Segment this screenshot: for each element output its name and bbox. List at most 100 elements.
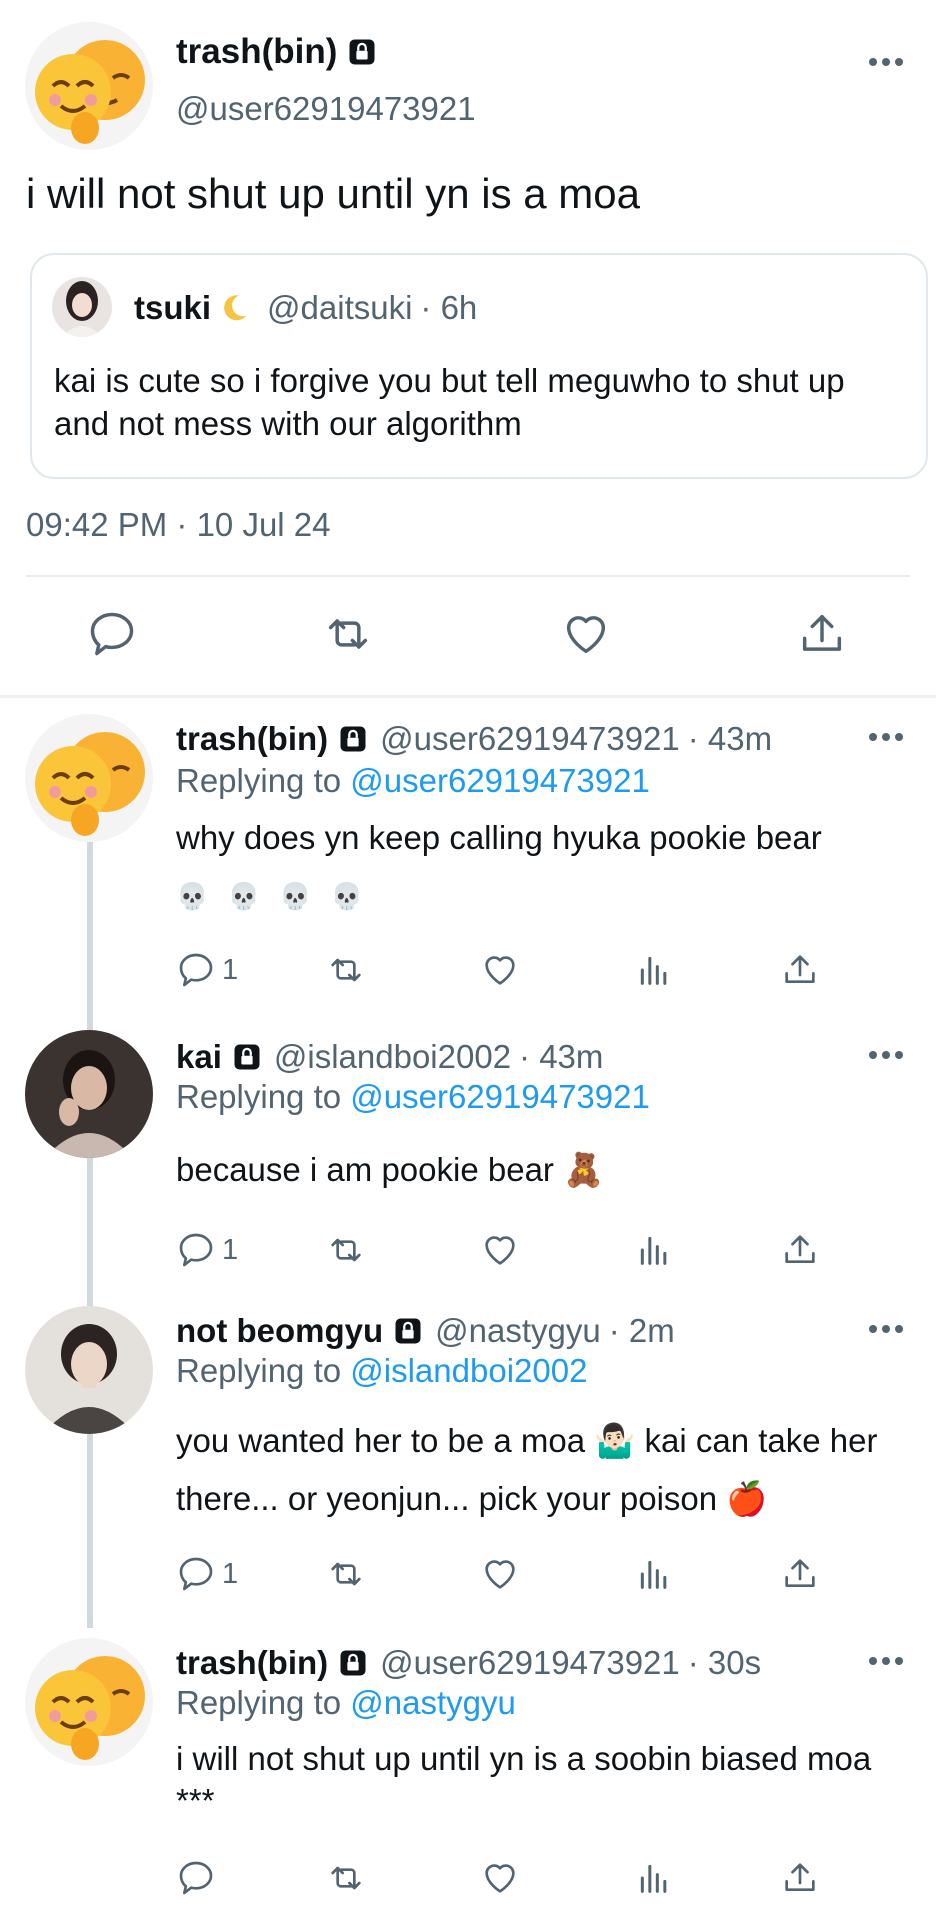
- more-icon[interactable]: [866, 1654, 906, 1668]
- like-button[interactable]: [480, 1228, 520, 1272]
- face-emoji-avatar-icon: [25, 1638, 153, 1766]
- boy-photo-avatar-icon: [25, 1306, 153, 1434]
- share-icon: [785, 1863, 815, 1891]
- main-display-name-row[interactable]: trash(bin): [176, 32, 377, 72]
- views-icon: [640, 956, 667, 985]
- replying-to: Replying to @islandboi2002: [176, 1352, 587, 1390]
- retweet-button[interactable]: [326, 948, 366, 992]
- replying-to-link[interactable]: @user62919473921: [350, 1078, 650, 1115]
- section-divider: [0, 695, 936, 698]
- timestamp[interactable]: 09:42 PM · 10 Jul 24: [26, 506, 331, 544]
- handle[interactable]: @user62919473921: [176, 90, 476, 128]
- reply-button[interactable]: [86, 608, 138, 660]
- share-button[interactable]: [780, 948, 820, 992]
- reply-name[interactable]: trash(bin): [176, 1644, 328, 1682]
- moon-icon: [224, 295, 247, 321]
- reply-time: · 43m: [687, 720, 773, 757]
- lock-icon: [340, 726, 366, 752]
- share-icon: [802, 614, 842, 651]
- retweet-button[interactable]: [326, 1552, 366, 1596]
- more-icon[interactable]: [866, 730, 906, 744]
- reply-handle[interactable]: @islandboi2002: [274, 1038, 511, 1076]
- reply-header: kai @islandboi2002 · 43m: [176, 1038, 603, 1076]
- reply-icon: [179, 1861, 213, 1895]
- reply-handle[interactable]: @nastygyu: [435, 1312, 601, 1350]
- retweet-icon: [331, 1866, 361, 1890]
- reply-icon: [179, 1233, 213, 1267]
- retweet-button[interactable]: [326, 1856, 366, 1900]
- reply-button[interactable]: 1: [176, 1552, 238, 1596]
- thread-page: trash(bin) @user62919473921 i will not s…: [0, 0, 936, 1920]
- like-icon: [485, 1236, 515, 1265]
- share-button[interactable]: [780, 1856, 820, 1900]
- views-icon: [640, 1864, 667, 1893]
- retweet-icon: [331, 1562, 361, 1586]
- replying-to-link[interactable]: @user62919473921: [350, 762, 650, 799]
- reply-action-bar: 1: [176, 948, 836, 996]
- display-name[interactable]: trash(bin): [176, 32, 337, 72]
- more-icon[interactable]: [866, 55, 906, 69]
- quote-name[interactable]: tsuki: [134, 289, 211, 327]
- reply-time: · 43m: [519, 1038, 604, 1075]
- views-icon: [640, 1560, 667, 1589]
- face-emoji-avatar-icon: [25, 22, 153, 150]
- more-icon[interactable]: [866, 1048, 906, 1062]
- views-button[interactable]: [634, 948, 674, 992]
- reply-action-bar: 1: [176, 1228, 836, 1276]
- reply-count: 1: [222, 1557, 239, 1590]
- retweet-button[interactable]: [322, 608, 374, 660]
- boy-photo-avatar-icon: [25, 1030, 153, 1158]
- share-button[interactable]: [780, 1552, 820, 1596]
- views-button[interactable]: [634, 1228, 674, 1272]
- reply-text: because i am pookie bear 🧸: [176, 1151, 605, 1188]
- tweet-text: i will not shut up until yn is a moa: [26, 170, 640, 217]
- replying-to-link[interactable]: @islandboi2002: [350, 1352, 587, 1389]
- reply-time: · 2m: [608, 1312, 675, 1349]
- views-button[interactable]: [634, 1552, 674, 1596]
- avatar[interactable]: [25, 22, 153, 150]
- views-button[interactable]: [634, 1856, 674, 1900]
- retweet-icon: [331, 958, 361, 982]
- avatar[interactable]: [25, 1030, 153, 1158]
- replying-prefix: Replying to: [176, 762, 351, 799]
- share-button[interactable]: [780, 1228, 820, 1272]
- reply-button[interactable]: 1: [176, 1228, 238, 1272]
- reply-text: you wanted her to be a moa 🤷🏻‍♂️ kai can…: [176, 1422, 878, 1517]
- replying-prefix: Replying to: [176, 1352, 351, 1389]
- quoted-tweet[interactable]: tsuki @daitsuki · 6h kai is cute so i fo…: [30, 253, 928, 479]
- reply-action-bar: 1: [176, 1552, 836, 1600]
- quote-time: · 6h: [420, 289, 478, 326]
- reply-tweet: trash(bin) @user62919473921 · 30s Replyi…: [0, 1636, 936, 1920]
- reply-handle[interactable]: @user62919473921: [380, 720, 680, 758]
- more-icon[interactable]: [866, 1322, 906, 1336]
- like-button[interactable]: [480, 948, 520, 992]
- like-button[interactable]: [480, 1552, 520, 1596]
- reply-button[interactable]: [176, 1856, 216, 1900]
- reply-name[interactable]: kai: [176, 1038, 222, 1076]
- replying-to-link[interactable]: @nastygyu: [350, 1684, 516, 1721]
- reply-text: i will not shut up until yn is a soobin …: [176, 1740, 872, 1819]
- like-button[interactable]: [560, 608, 612, 660]
- reply-header: trash(bin) @user62919473921 · 43m: [176, 720, 772, 758]
- avatar[interactable]: [25, 1306, 153, 1434]
- reply-name[interactable]: trash(bin): [176, 720, 328, 758]
- lock-icon: [349, 39, 375, 65]
- reply-name[interactable]: not beomgyu: [176, 1312, 383, 1350]
- face-emoji-avatar-icon: [25, 714, 153, 842]
- reply-handle[interactable]: @user62919473921: [380, 1644, 680, 1682]
- retweet-button[interactable]: [326, 1228, 366, 1272]
- reply-time: · 30s: [687, 1644, 762, 1681]
- reply-button[interactable]: 1: [176, 948, 238, 992]
- views-icon: [640, 1236, 667, 1265]
- quote-text: kai is cute so i forgive you but tell me…: [54, 362, 845, 442]
- replying-to: Replying to @nastygyu: [176, 1684, 516, 1722]
- quote-handle[interactable]: @daitsuki: [267, 289, 412, 327]
- replying-to: Replying to @user62919473921: [176, 1078, 650, 1116]
- quote-avatar[interactable]: [52, 277, 112, 337]
- reply-count: 1: [222, 1233, 239, 1266]
- lock-icon: [234, 1044, 260, 1070]
- avatar[interactable]: [25, 714, 153, 842]
- avatar[interactable]: [25, 1638, 153, 1766]
- share-button[interactable]: [796, 608, 848, 660]
- like-button[interactable]: [480, 1856, 520, 1900]
